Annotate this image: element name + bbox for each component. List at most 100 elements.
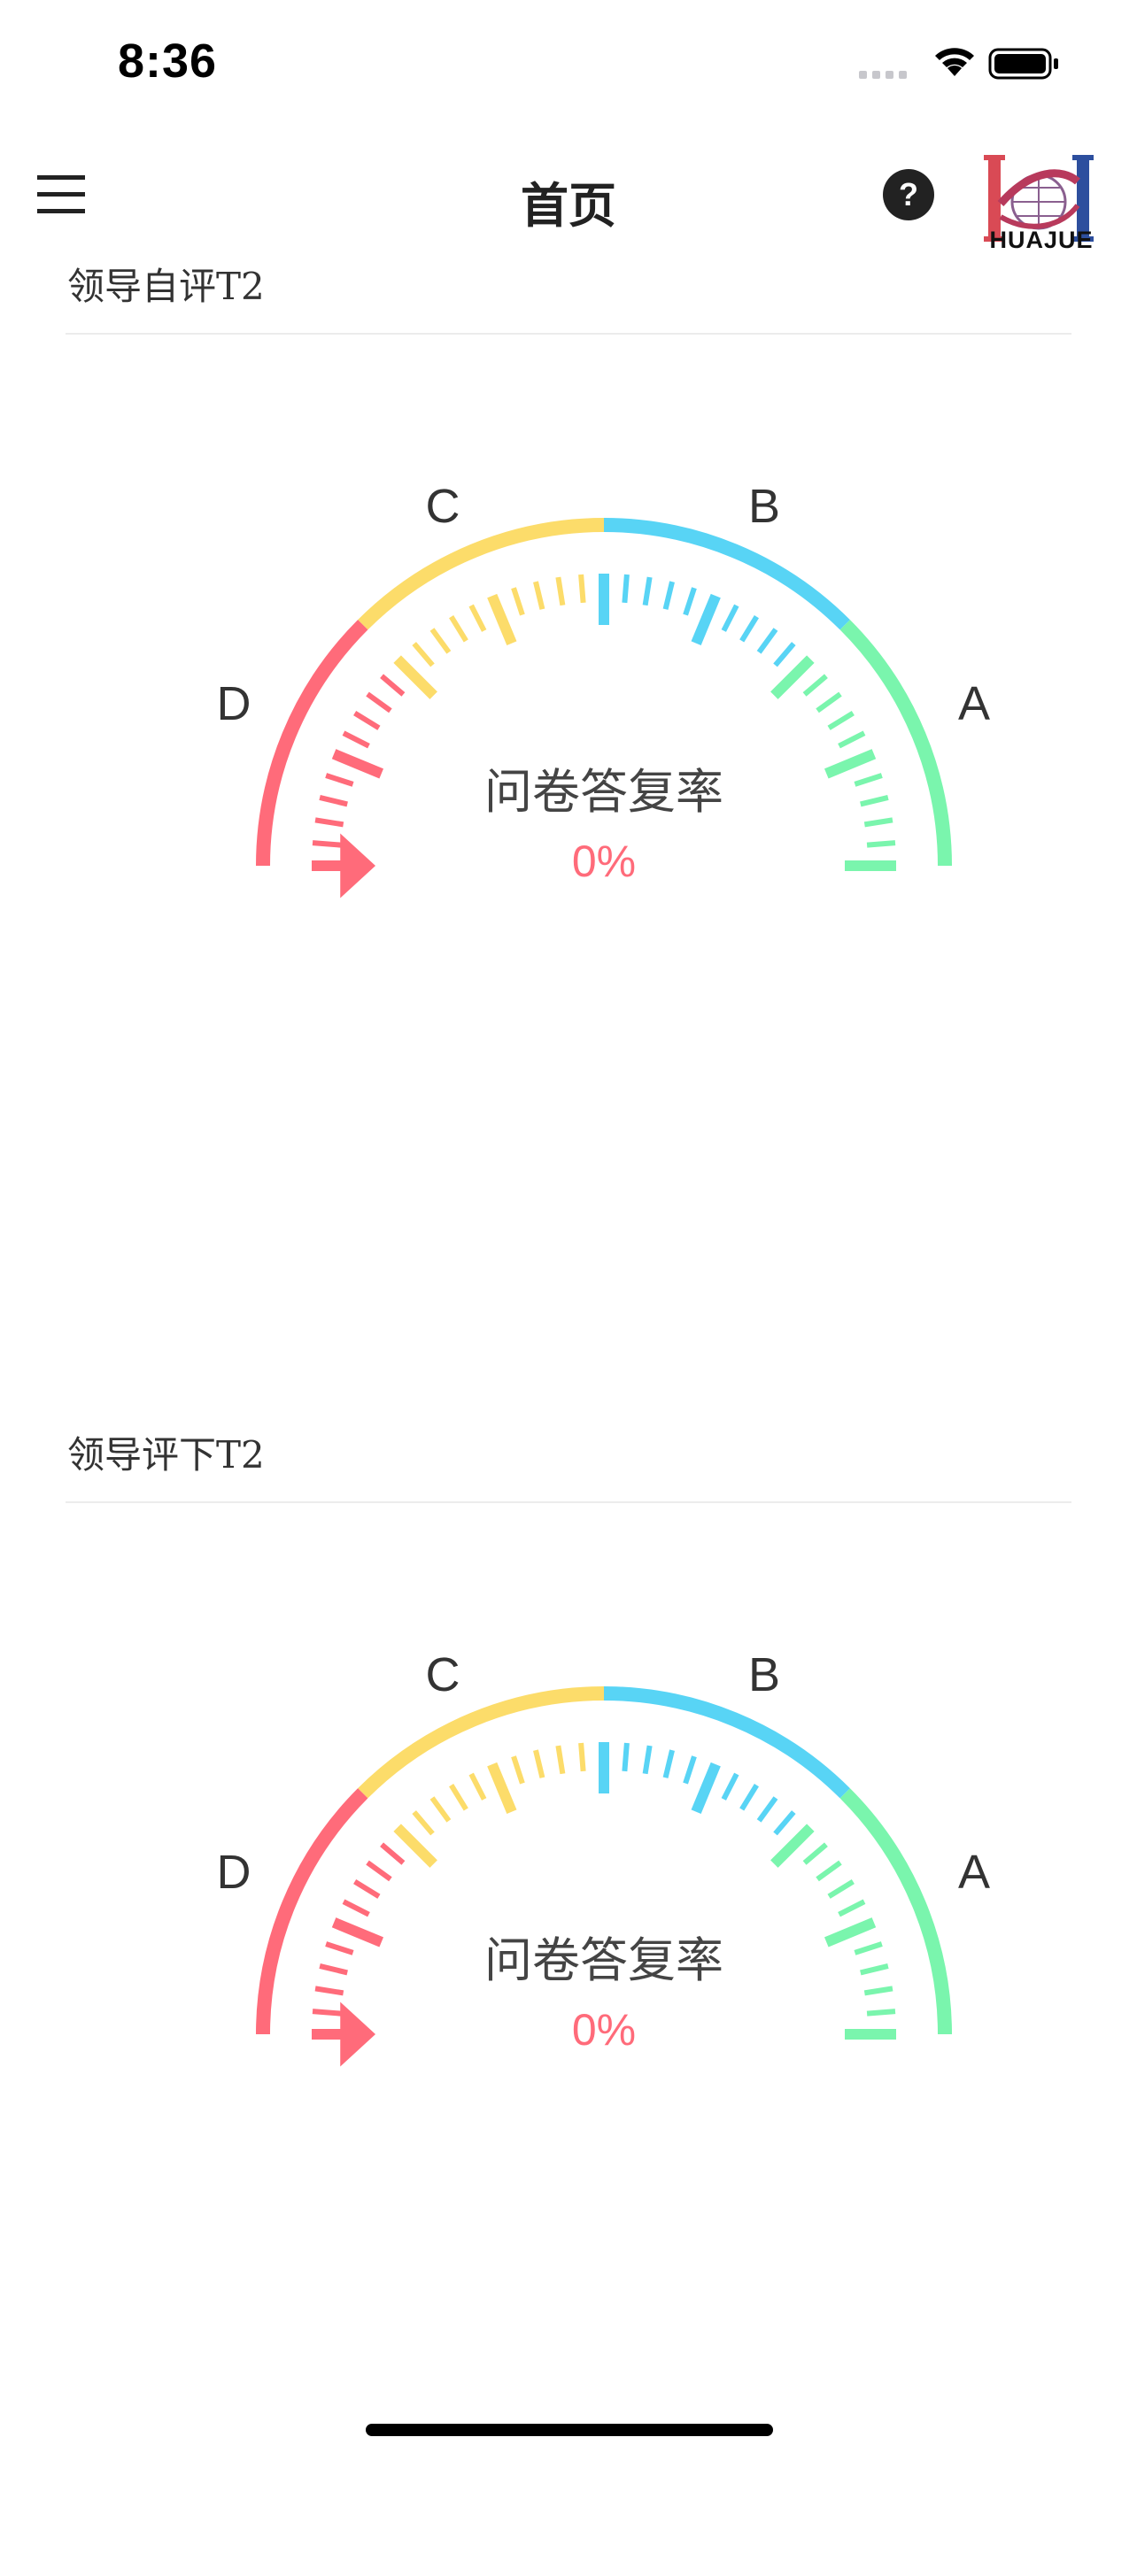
zone-label-b: B: [748, 1648, 780, 1701]
gauge-center-label: 问卷答复率: [484, 1932, 723, 1988]
gauge-major-tick: [824, 749, 877, 779]
cellular-signal-icon: [859, 71, 907, 79]
gauge-minor-tick: [578, 574, 586, 604]
gauge-minor-tick: [312, 840, 342, 848]
gauge-major-tick: [824, 1917, 877, 1947]
gauge-major-tick: [393, 1824, 437, 1868]
gauge-minor-tick: [827, 1879, 855, 1899]
gauge-major-tick: [331, 1917, 384, 1947]
gauge-minor-tick: [721, 604, 739, 632]
gauge-center-label: 问卷答复率: [484, 764, 723, 820]
gauge-minor-tick: [827, 711, 855, 730]
zone-label-c: C: [426, 480, 460, 533]
gauge-minor-tick: [468, 604, 487, 632]
gauge-minor-tick: [802, 674, 828, 697]
gauge-minor-tick: [511, 1755, 525, 1785]
status-bar: 8:36: [0, 0, 1137, 124]
gauge-minor-tick: [866, 840, 896, 848]
nav-bar: 首页 ? HUAJUE: [0, 124, 1137, 266]
zone-label-a: A: [958, 677, 990, 730]
gauge-minor-tick: [314, 1986, 344, 1996]
gauge-major-tick: [691, 1762, 721, 1815]
gauge-major-tick: [770, 655, 815, 699]
status-time: 8:36: [118, 35, 218, 88]
gauge-minor-tick: [756, 1796, 778, 1823]
gauge-minor-tick: [662, 1749, 675, 1778]
gauge-minor-tick: [533, 581, 545, 610]
zone-label-a: A: [958, 1846, 990, 1899]
gauge-major-tick: [393, 655, 437, 699]
gauge-minor-tick: [802, 1842, 828, 1865]
gauge-minor-tick: [622, 1742, 630, 1772]
gauge-minor-tick: [739, 615, 759, 643]
gauge-minor-tick: [380, 674, 406, 697]
gauge-minor-tick: [863, 817, 893, 828]
gauge-minor-tick: [511, 587, 525, 616]
gauge-minor-tick: [860, 1963, 889, 1976]
zone-label-b: B: [748, 480, 780, 533]
gauge-minor-tick: [773, 642, 796, 667]
gauge-minor-tick: [342, 1899, 370, 1917]
gauge-minor-tick: [739, 1784, 759, 1811]
question-circle-icon[interactable]: ?: [882, 168, 935, 221]
gauge-minor-tick: [866, 2009, 896, 2017]
gauge-minor-tick: [642, 576, 653, 606]
section-self-evaluation: 领导自评T2 D C B A 问卷答复率 0%: [0, 257, 1137, 1408]
gauge-minor-tick: [555, 1745, 566, 1775]
gauge-minor-tick: [683, 587, 697, 616]
section-evaluate-subordinates: 领导评下T2 D C B A 问卷答复率 0%: [0, 1425, 1137, 2576]
gauge-minor-tick: [429, 628, 452, 654]
home-indicator[interactable]: [366, 2424, 773, 2436]
gauge-minor-tick: [578, 1742, 586, 1772]
zone-label-c: C: [426, 1648, 460, 1701]
gauge-minor-tick: [721, 1772, 739, 1801]
gauge-minor-tick: [555, 576, 566, 606]
gauge-minor-tick: [314, 817, 344, 828]
page-title: 首页: [521, 178, 616, 234]
gauge-minor-tick: [319, 795, 348, 807]
gauge-arc-zone-1: [256, 620, 368, 867]
gauge-minor-tick: [863, 1986, 893, 1996]
gauge-minor-tick: [449, 615, 468, 643]
gauge-arc-zone-1: [256, 1788, 368, 2035]
gauge-minor-tick: [342, 730, 370, 749]
zone-label-d: D: [217, 1846, 251, 1899]
battery-icon: [988, 48, 1058, 80]
gauge-minor-tick: [642, 1745, 653, 1775]
svg-text:?: ?: [899, 176, 918, 212]
gauge-arc-zone-4: [839, 620, 952, 867]
gauge-value: 0%: [572, 2005, 636, 2055]
gauge-minor-tick: [622, 574, 630, 604]
gauge-minor-tick: [380, 1842, 406, 1865]
gauge-minor-tick: [468, 1772, 487, 1801]
gauge-minor-tick: [319, 1963, 348, 1976]
status-icons: [859, 48, 1058, 80]
gauge-minor-tick: [683, 1755, 697, 1785]
gauge-minor-tick: [366, 691, 392, 713]
gauge-minor-tick: [816, 1860, 842, 1882]
gauge-minor-tick: [353, 711, 381, 730]
gauge-minor-tick: [325, 1941, 354, 1955]
gauge-minor-tick: [312, 2009, 342, 2017]
gauge-arc-zone-3: [603, 1686, 850, 1799]
gauge-arc-zone-3: [603, 518, 850, 630]
gauge-chart: D C B A 问卷答复率 0%: [217, 480, 990, 899]
gauge-major-tick: [770, 1824, 815, 1868]
gauge-minor-tick: [412, 1810, 435, 1836]
gauge-major-tick: [331, 749, 384, 779]
gauge-minor-tick: [854, 773, 883, 787]
gauge-minor-tick: [366, 1860, 392, 1882]
gauge-chart: D C B A 问卷答复率 0%: [217, 1648, 990, 2067]
gauge-minor-tick: [773, 1810, 796, 1836]
gauge-minor-tick: [816, 691, 842, 713]
gauge-arc-zone-4: [839, 1788, 952, 2035]
zone-label-d: D: [217, 677, 251, 730]
gauge-major-tick: [691, 593, 721, 646]
gauge-arc-zone-2: [358, 518, 605, 630]
gauge-minor-tick: [838, 730, 866, 749]
gauge-minor-tick: [353, 1879, 381, 1899]
gauge-minor-tick: [756, 628, 778, 654]
gauge-minor-tick: [860, 795, 889, 807]
gauge-minor-tick: [429, 1796, 452, 1823]
gauge-major-tick: [487, 593, 517, 646]
